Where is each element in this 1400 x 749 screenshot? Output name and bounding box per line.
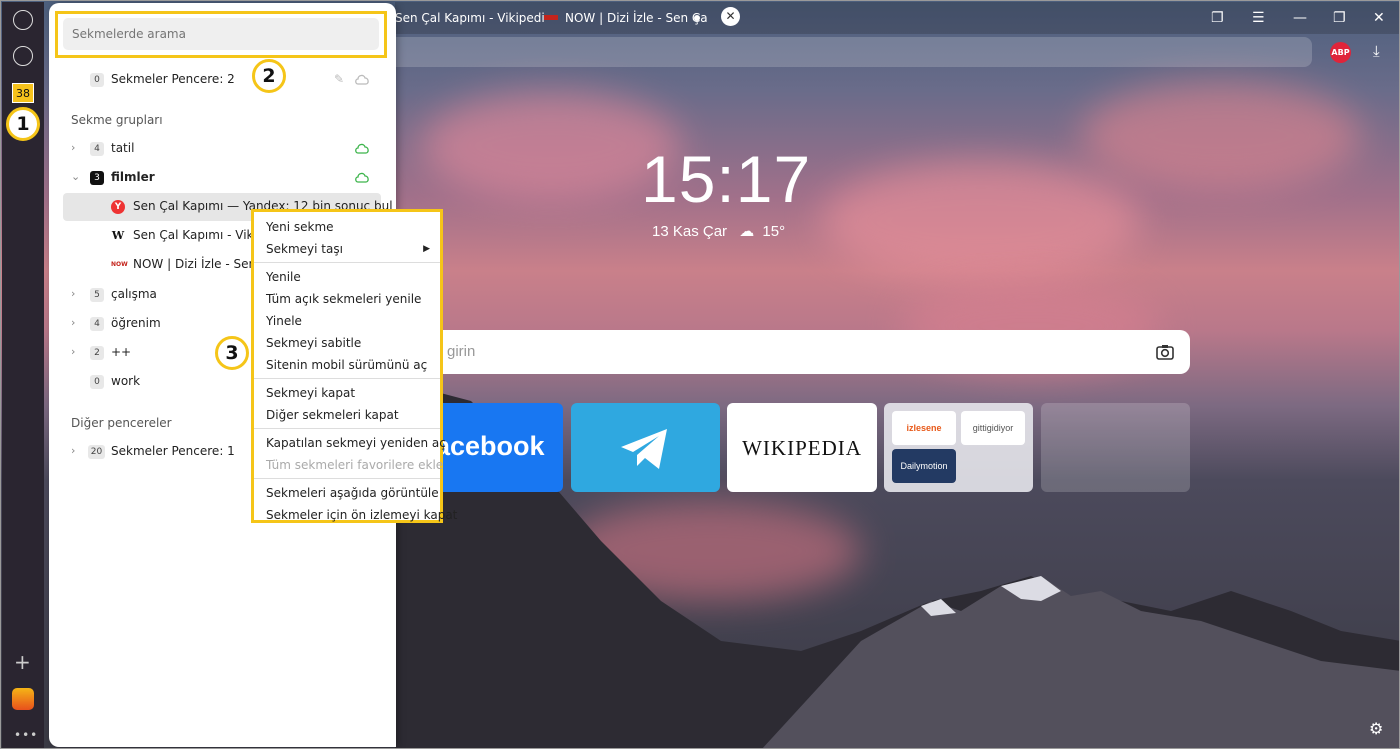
current-window-label: Sekmeler Pencere: 2 [111, 72, 235, 86]
history-icon[interactable] [13, 10, 33, 30]
current-window-row[interactable]: 0 Sekmeler Pencere: 2 ✎ [49, 66, 396, 94]
submenu-arrow-icon: ▶ [423, 244, 430, 254]
yandex-favicon-icon: Y [111, 200, 125, 214]
groups-header: Sekme grupları [71, 113, 163, 127]
group-label: çalışma [111, 287, 157, 301]
cloud-weather-icon: ☁ [739, 223, 755, 240]
address-bar[interactable] [395, 37, 1312, 67]
callout-1: 1 [6, 107, 40, 141]
tile-wikipedia[interactable]: WIKIPEDIA [727, 403, 877, 492]
mini-tile-dailymotion[interactable]: Dailymotion [892, 449, 956, 483]
menu-item-new-tab[interactable]: Yeni sekme [254, 216, 440, 238]
callout-2: 2 [252, 59, 286, 93]
context-menu-highlight: Yeni sekme Sekmeyi taşı ▶ Yenile Tüm açık… [251, 209, 457, 526]
close-window-icon[interactable]: ✕ [1373, 10, 1385, 26]
menu-divider [254, 478, 440, 479]
menu-divider [254, 378, 440, 379]
group-label: filmler [111, 170, 155, 184]
clock-time: 15:17 [641, 142, 812, 216]
group-label: öğrenim [111, 316, 161, 330]
group-label: work [111, 374, 141, 388]
menu-item-duplicate[interactable]: Yinele [254, 310, 440, 332]
menu-item-close-tab[interactable]: Sekmeyi kapat [254, 382, 440, 404]
chevron-right-icon[interactable]: › [71, 444, 75, 457]
other-windows-header: Diğer pencereler [71, 416, 172, 430]
menu-item-move-tab[interactable]: Sekmeyi taşı ▶ [254, 238, 440, 260]
menu-item-pin-tab[interactable]: Sekmeyi sabitle [254, 332, 440, 354]
mini-tile-izlesene[interactable]: izlesene [892, 411, 956, 445]
menu-item-reload[interactable]: Yenile [254, 266, 440, 288]
adblock-icon[interactable]: ABP [1330, 42, 1351, 63]
chevron-right-icon[interactable]: › [71, 345, 75, 358]
menu-item-bookmark-all: Tüm sekmeleri favorilere ekle [266, 458, 444, 472]
now-favicon-icon [544, 15, 558, 20]
telegram-icon [621, 429, 667, 469]
close-tab-icon[interactable]: ✕ [721, 7, 740, 26]
cloud-upload-icon[interactable] [354, 72, 371, 86]
panel-search-highlight [55, 11, 387, 58]
menu-item-reopen-closed[interactable]: Kapatılan sekmeyi yeniden aç [254, 432, 446, 454]
tile-empty[interactable] [1041, 403, 1190, 492]
tab-now[interactable]: NOW | Dizi İzle - Sen Ça [565, 11, 708, 25]
cloud-synced-icon[interactable] [354, 170, 371, 184]
group-row-filmler[interactable]: ⌄ 3 filmler [49, 164, 396, 192]
chevron-right-icon[interactable]: › [71, 287, 75, 300]
callout-3: 3 [215, 336, 249, 370]
settings-sliders-icon[interactable]: ⚙ [1369, 719, 1383, 738]
menu-icon[interactable]: ☰ [1252, 10, 1265, 26]
menu-divider [254, 262, 440, 263]
group-count: 4 [90, 317, 104, 331]
menu-divider [254, 428, 440, 429]
tab-bar: Sen Çal Kapımı - Vikipedi NOW | Dizi İzl… [395, 2, 1399, 34]
tile-group[interactable]: izlesene gittigidiyor Dailymotion [884, 403, 1033, 492]
now-favicon-icon: NOW [111, 261, 128, 268]
menu-item-mobile-version[interactable]: Sitenin mobil sürümünü aç [254, 354, 440, 376]
more-icon[interactable]: ••• [14, 728, 38, 742]
search-box[interactable]: girin [395, 330, 1190, 374]
window-tab-count: 20 [88, 445, 105, 459]
date-weather: 13 Kas Çar ☁ 15° [652, 222, 785, 240]
group-count: 0 [90, 375, 104, 389]
tab-audio-dot-icon [694, 15, 700, 21]
minimize-icon[interactable]: — [1293, 10, 1307, 26]
date-text: 13 Kas Çar [652, 223, 728, 240]
mini-tile-gittigidiyor[interactable]: gittigidiyor [961, 411, 1025, 445]
tab-search-input[interactable] [63, 18, 379, 50]
menu-item-disable-preview[interactable]: Sekmeler için ön izlemeyi kapat [254, 504, 457, 526]
chevron-right-icon[interactable]: › [71, 316, 75, 329]
group-count: 2 [90, 346, 104, 360]
menu-item-reload-all[interactable]: Tüm açık sekmeleri yenile [254, 288, 440, 310]
pin-icon[interactable]: ✎ [334, 72, 344, 86]
search-placeholder: girin [447, 343, 476, 360]
group-row-tatil[interactable]: › 4 tatil [49, 135, 396, 163]
restore-icon[interactable]: ❐ [1333, 10, 1346, 26]
window-tab-count: 0 [90, 73, 104, 87]
chevron-down-icon[interactable]: ⌄ [71, 170, 80, 183]
group-label: tatil [111, 141, 135, 155]
window-label: Sekmeler Pencere: 1 [111, 444, 235, 458]
group-count: 5 [90, 288, 104, 302]
tab-count-badge[interactable]: 38 [12, 83, 34, 103]
cloud-synced-icon[interactable] [354, 141, 371, 155]
group-label: ++ [111, 345, 132, 359]
add-icon[interactable]: + [14, 650, 31, 674]
group-count: 3 [90, 171, 104, 185]
tab-context-menu: Yeni sekme Sekmeyi taşı ▶ Yenile Tüm açık… [254, 212, 457, 526]
menu-item-tabs-bottom[interactable]: Sekmeleri aşağıda görüntüle [254, 482, 440, 504]
play-icon[interactable] [13, 46, 33, 66]
bookmarks-icon[interactable]: ❐ [1211, 10, 1224, 26]
camera-search-icon[interactable] [1155, 342, 1175, 362]
browser-window: Sen Çal Kapımı - Vikipedi NOW | Dizi İzl… [0, 0, 1400, 749]
download-icon[interactable]: ⤓ [1373, 42, 1380, 60]
wikipedia-favicon-icon: W [111, 229, 125, 242]
tile-telegram[interactable] [571, 403, 720, 492]
temperature-text: 15° [762, 223, 786, 240]
tab-vikipedi[interactable]: Sen Çal Kapımı - Vikipedi [395, 11, 545, 25]
group-count: 4 [90, 142, 104, 156]
mail-app-icon[interactable] [12, 688, 34, 710]
menu-item-close-other-tabs[interactable]: Diğer sekmeleri kapat [254, 404, 440, 426]
chevron-right-icon[interactable]: › [71, 141, 75, 154]
